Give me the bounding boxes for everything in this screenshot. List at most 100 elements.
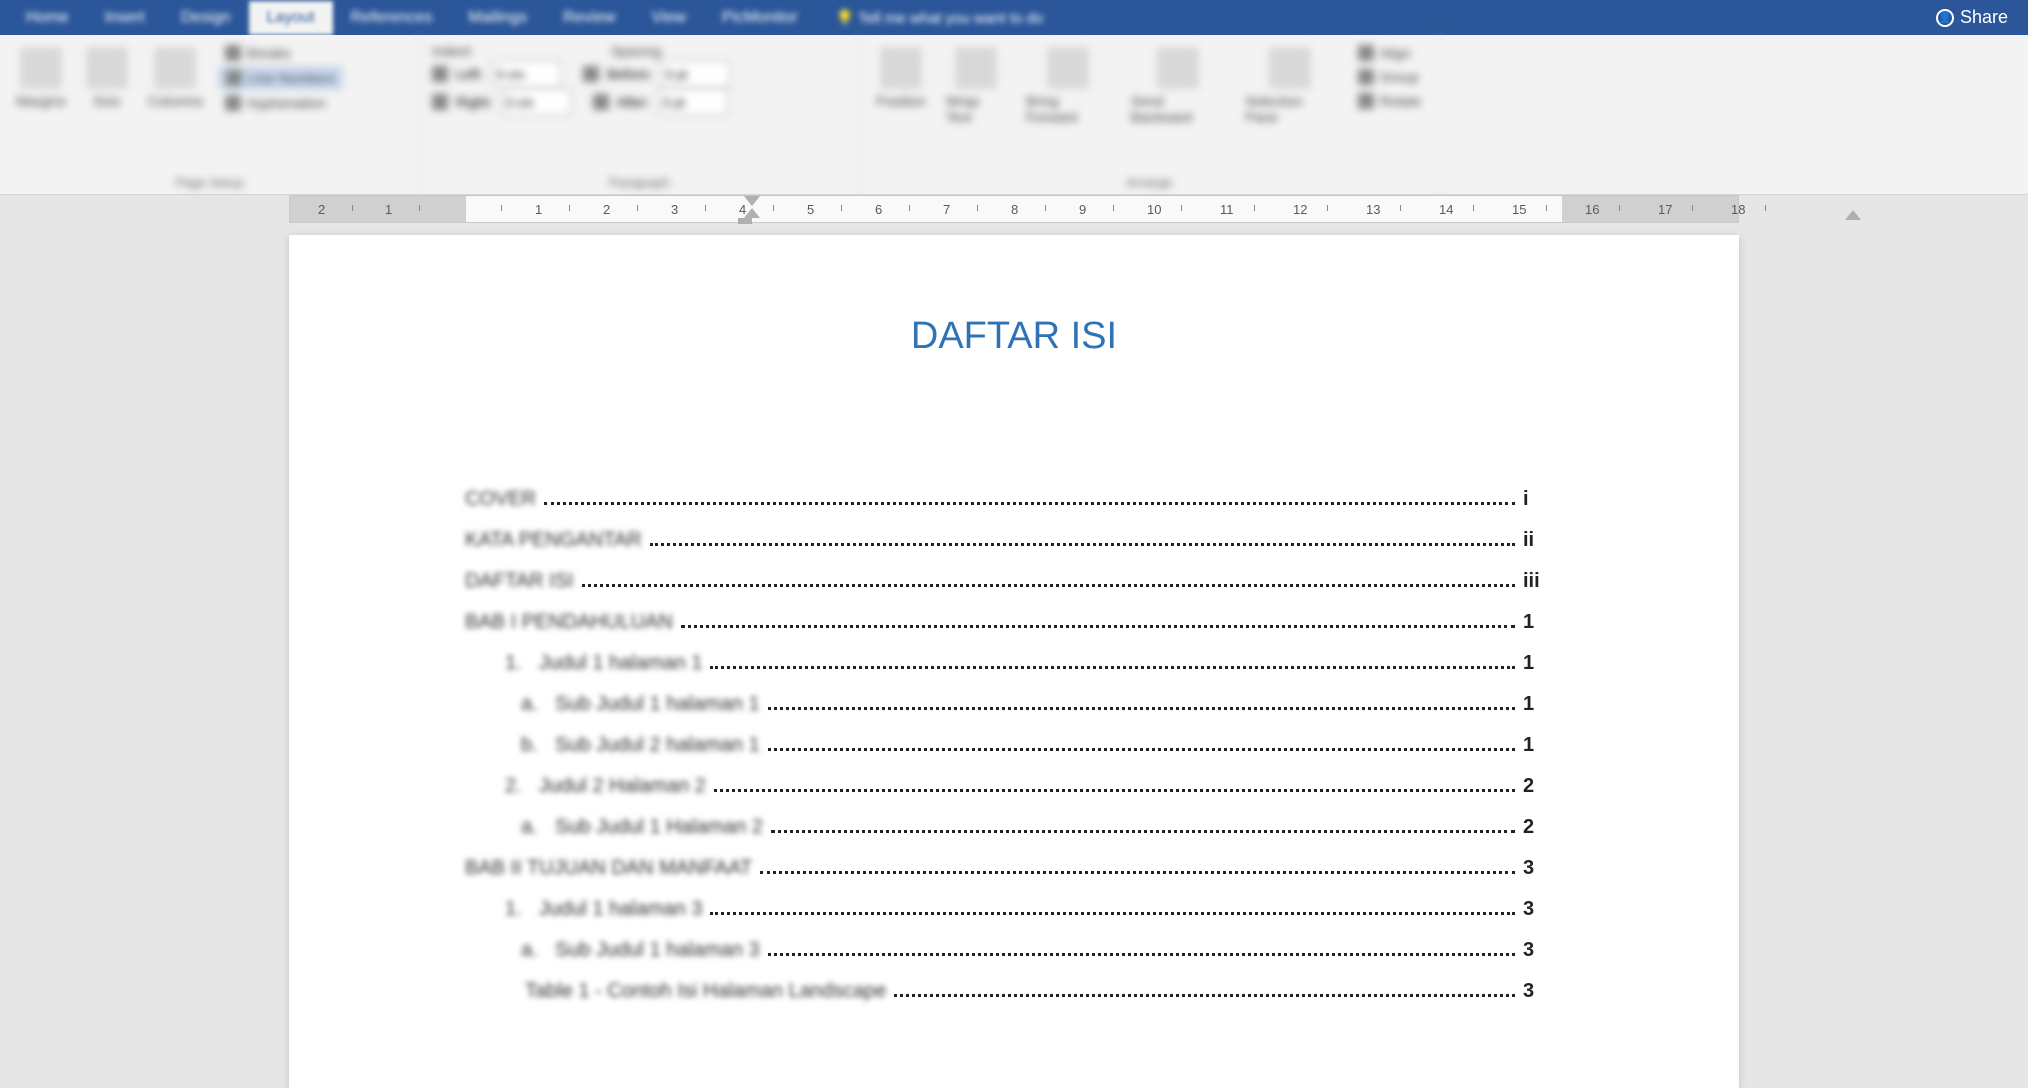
indent-left-input[interactable]: 0 cm <box>491 61 561 87</box>
toc-label: Table 1 - Contoh Isi Halaman Landscape <box>525 980 886 1003</box>
group-paragraph: Indent Spacing Left: 0 cm Before: 0 pt R… <box>420 35 860 194</box>
indent-left-icon <box>432 66 448 82</box>
columns-icon <box>154 47 196 89</box>
toc-page-number: ii <box>1523 529 1563 552</box>
toc-entry[interactable]: BAB I PENDAHULUAN1 <box>465 611 1563 634</box>
spacing-after-label: After: <box>617 94 650 110</box>
toc-leader-dots <box>710 912 1515 915</box>
toc-page-number: iii <box>1523 570 1563 593</box>
toc-entry[interactable]: COVERi <box>465 488 1563 511</box>
toc-bullet: b. <box>521 734 555 757</box>
tell-me-search[interactable]: 💡 Tell me what you want to do <box>836 9 1044 27</box>
page-title: DAFTAR ISI <box>465 315 1563 358</box>
group-icon <box>1358 69 1374 85</box>
indent-heading: Indent <box>432 43 471 59</box>
toc-label: DAFTAR ISI <box>465 570 574 593</box>
toc-page-number: 2 <box>1523 775 1563 798</box>
horizontal-ruler[interactable]: 21123456789101112131415161718 <box>289 195 1739 223</box>
spacing-after-input[interactable]: 0 pt <box>658 89 728 115</box>
toc-leader-dots <box>894 994 1515 997</box>
group-button[interactable]: Group <box>1352 67 1427 87</box>
ruler-number: 17 <box>1658 202 1672 217</box>
table-of-contents: COVERi KATA PENGANTAR ii DAFTAR ISI iii BAB I… <box>465 488 1563 1003</box>
hanging-indent-marker[interactable] <box>744 208 760 218</box>
toc-page-number: 2 <box>1523 816 1563 839</box>
tab-design[interactable]: Design <box>163 1 249 35</box>
toc-leader-dots <box>582 584 1515 587</box>
toc-label: KATA PENGANTAR <box>465 529 642 552</box>
toc-leader-dots <box>681 625 1515 628</box>
toc-entry[interactable]: BAB II TUJUAN DAN MANFAAT3 <box>465 857 1563 880</box>
size-button[interactable]: Size <box>82 43 132 169</box>
rotate-button[interactable]: Rotate <box>1352 91 1427 111</box>
send-backward-button[interactable]: Send Backward <box>1127 43 1229 169</box>
right-indent-marker[interactable] <box>1845 210 1861 220</box>
indent-right-label: Right: <box>456 94 493 110</box>
line-numbers-icon <box>226 70 242 86</box>
toc-label: Judul 2 Halaman 2 <box>539 775 706 798</box>
toc-entry[interactable]: 1.Judul 1 halaman 11 <box>465 652 1563 675</box>
toc-entry[interactable]: KATA PENGANTAR ii <box>465 529 1563 552</box>
breaks-button[interactable]: Breaks <box>219 43 342 63</box>
group-page-setup: Margins Size Columns Breaks Line Numbers… <box>0 35 420 194</box>
indent-right-input[interactable]: 0 cm <box>501 89 571 115</box>
selection-pane-button[interactable]: Selection Pane <box>1241 43 1340 169</box>
first-line-indent-marker[interactable] <box>744 196 760 206</box>
toc-bullet: a. <box>521 939 555 962</box>
toc-page-number: 1 <box>1523 734 1563 757</box>
share-label: Share <box>1960 7 2008 28</box>
document-area[interactable]: DAFTAR ISI COVERi KATA PENGANTAR ii DAFTAR … <box>0 223 2028 1088</box>
tab-insert[interactable]: Insert <box>87 1 163 35</box>
toc-leader-dots <box>768 748 1515 751</box>
columns-button[interactable]: Columns <box>144 43 207 169</box>
spacing-before-input[interactable]: 0 pt <box>660 61 730 87</box>
toc-page-number: 3 <box>1523 857 1563 880</box>
group-arrange: Position Wrap Text Bring Forward Send Ba… <box>860 35 1440 194</box>
margins-button[interactable]: Margins <box>12 43 70 169</box>
toc-entry[interactable]: 1.Judul 1 halaman 33 <box>465 898 1563 921</box>
tab-view[interactable]: View <box>634 1 704 35</box>
toc-bullet: 1. <box>505 898 539 921</box>
tab-references[interactable]: References <box>333 1 451 35</box>
toc-label: Sub Judul 1 halaman 1 <box>555 693 760 716</box>
toc-label: COVER <box>465 488 536 511</box>
toc-entry[interactable]: b.Sub Judul 2 halaman 1 1 <box>465 734 1563 757</box>
align-icon <box>1358 45 1374 61</box>
document-page[interactable]: DAFTAR ISI COVERi KATA PENGANTAR ii DAFTAR … <box>289 235 1739 1088</box>
toc-label: Sub Judul 2 halaman 1 <box>555 734 760 757</box>
toc-entry[interactable]: 2.Judul 2 Halaman 22 <box>465 775 1563 798</box>
toc-entry[interactable]: DAFTAR ISI iii <box>465 570 1563 593</box>
wrap-text-button[interactable]: Wrap Text <box>942 43 1010 169</box>
tab-mailings[interactable]: Mailings <box>450 1 545 35</box>
margins-icon <box>20 47 62 89</box>
toc-bullet: a. <box>521 693 555 716</box>
spacing-before-label: Before: <box>607 66 652 82</box>
hyphenation-button[interactable]: Hyphenation <box>219 93 342 113</box>
tab-layout[interactable]: Layout <box>249 1 333 35</box>
ruler-area: 21123456789101112131415161718 <box>0 195 2028 223</box>
spacing-heading: Spacing <box>611 43 662 59</box>
left-indent-marker[interactable] <box>738 218 752 224</box>
ruler-number: 9 <box>1079 202 1086 217</box>
tab-review[interactable]: Review <box>545 1 633 35</box>
toc-entry[interactable]: a.Sub Judul 1 halaman 11 <box>465 693 1563 716</box>
toc-leader-dots <box>714 789 1515 792</box>
toc-leader-dots <box>768 953 1515 956</box>
toc-page-number: 3 <box>1523 939 1563 962</box>
ruler-number: 6 <box>875 202 882 217</box>
toc-entry[interactable]: Table 1 - Contoh Isi Halaman Landscape3 <box>465 980 1563 1003</box>
tab-picmonitor[interactable]: PicMonitor <box>704 1 816 35</box>
page-setup-group-label: Page Setup <box>12 169 407 190</box>
bring-forward-button[interactable]: Bring Forward <box>1022 43 1115 169</box>
position-button[interactable]: Position <box>872 43 930 169</box>
line-numbers-button[interactable]: Line Numbers <box>219 67 342 89</box>
align-button[interactable]: Align <box>1352 43 1427 63</box>
share-button[interactable]: 👤 Share <box>1924 3 2020 32</box>
toc-entry[interactable]: a.Sub Judul 1 halaman 33 <box>465 939 1563 962</box>
spacing-before-icon <box>583 66 599 82</box>
ruler-number: 16 <box>1585 202 1599 217</box>
person-icon: 👤 <box>1936 9 1954 27</box>
tab-home[interactable]: Home <box>8 1 87 35</box>
ruler-number: 14 <box>1439 202 1453 217</box>
toc-entry[interactable]: a.Sub Judul 1 Halaman 22 <box>465 816 1563 839</box>
